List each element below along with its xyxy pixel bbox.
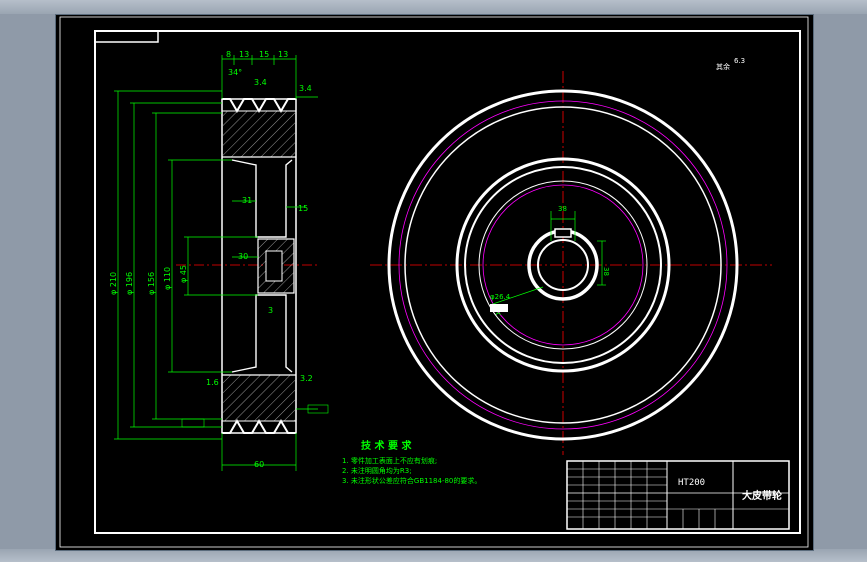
drawing-canvas[interactable]: 8 13 15 13 34° 3.4 3.4 31 15 30 3 60 1.6… — [55, 14, 814, 551]
dim-dia-3: φ 156 — [147, 272, 156, 295]
tech-req-item-2: 2. 未注明圆角均为R3; — [342, 466, 412, 475]
tech-req-title: 技 术 要 求 — [361, 439, 412, 452]
corner-box — [94, 30, 159, 43]
dim-dia-5: φ 45 — [179, 265, 188, 283]
section-view: 8 13 15 13 34° 3.4 3.4 31 15 30 3 60 1.6… — [109, 50, 329, 471]
dim-bore-30: 30 — [238, 252, 248, 261]
dim-bore-depth: 38 — [602, 267, 610, 276]
dim-web-3: 3 — [268, 306, 273, 315]
dim-groove-depth: 3.4 — [254, 78, 267, 87]
dim-right-top: 3.4 — [299, 84, 312, 93]
dim-top-d: 13 — [278, 50, 288, 59]
dim-hub-15: 15 — [298, 204, 308, 213]
dim-dia-4: φ 110 — [163, 267, 172, 290]
window-background-top — [0, 0, 867, 14]
technical-requirements: 技 术 要 求 1. 零件加工表面上不应有划痕; 2. 未注明圆角均为R3; 3… — [342, 439, 481, 485]
dim-width-60: 60 — [254, 460, 264, 469]
dim-dia-outer: φ 210 — [109, 272, 118, 295]
dim-keyway: 38 — [558, 205, 567, 213]
dim-dia-2: φ 196 — [125, 272, 134, 295]
roughness-note: 其余 — [716, 62, 730, 71]
tech-req-item-3: 3. 未注形状公差应符合GB1184-80的要求。 — [342, 476, 481, 485]
part-name: HT200 — [678, 478, 705, 488]
tech-req-item-1: 1. 零件加工表面上不应有划痕; — [342, 456, 437, 465]
roughness-value: 6.3 — [734, 57, 745, 65]
dim-angle: 34° — [228, 68, 242, 77]
dim-hub-31: 31 — [242, 196, 252, 205]
dim-top-a: 8 — [226, 50, 231, 59]
dim-top-b: 13 — [239, 50, 249, 59]
dim-top-c: 15 — [259, 50, 269, 59]
roughness-left: 1.6 — [206, 378, 219, 387]
roughness-right: 3.2 — [300, 374, 313, 383]
drawing-svg: 8 13 15 13 34° 3.4 3.4 31 15 30 3 60 1.6… — [59, 16, 809, 548]
inner-border — [94, 30, 801, 534]
dim-bore-hole: φ26.4 — [490, 293, 511, 301]
title-block-title: 大皮带轮 — [742, 489, 782, 502]
front-view: 38 38 φ26.4 A — [370, 71, 772, 455]
